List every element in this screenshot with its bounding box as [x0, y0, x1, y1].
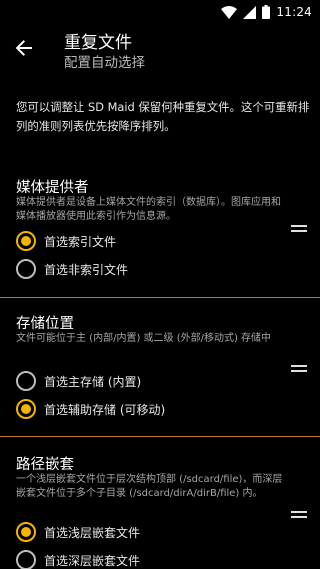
- app-bar: 重复文件 配置自动选择: [0, 24, 320, 80]
- option-label: 首选非索引文件: [44, 262, 129, 277]
- section-title: 媒体提供者: [16, 180, 89, 196]
- radio-unselected[interactable]: [16, 550, 36, 569]
- signal-icon: [243, 5, 257, 19]
- option-prefer-shallow[interactable]: 首选浅层嵌套文件: [16, 518, 276, 546]
- section-title: 存储位置: [16, 316, 74, 332]
- option-prefer-unindexed[interactable]: 首选非索引文件: [16, 255, 276, 283]
- radio-unselected[interactable]: [16, 259, 36, 279]
- radio-selected[interactable]: [16, 522, 36, 542]
- section-description: 媒体提供者是设备上媒体文件的索引（数据库）。图库应用和媒体播放器使用此索引作为信…: [16, 197, 281, 222]
- section-description: 文件可能位于主 (内部/内置) 或二级 (外部/移动式) 存储中: [16, 333, 272, 344]
- option-label: 首选深层嵌套文件: [44, 553, 141, 568]
- radio-unselected[interactable]: [16, 371, 36, 391]
- drag-handle-icon[interactable]: [291, 365, 307, 373]
- back-button[interactable]: [8, 32, 40, 64]
- drag-handle-icon[interactable]: [291, 225, 307, 233]
- page-subtitle: 配置自动选择: [64, 55, 145, 71]
- criteria-path-nesting[interactable]: 路径嵌套 一个浅层嵌套文件位于层次结构顶部 (/sdcard/file)，而深层…: [0, 444, 320, 569]
- criteria-media-provider[interactable]: 媒体提供者 媒体提供者是设备上媒体文件的索引（数据库）。图库应用和媒体播放器使用…: [0, 170, 320, 297]
- option-prefer-secondary-storage[interactable]: 首选辅助存储 (可移动): [16, 395, 276, 423]
- page-title: 重复文件: [64, 33, 132, 53]
- section-divider: [0, 436, 320, 437]
- option-label: 首选辅助存储 (可移动): [44, 402, 166, 417]
- option-label: 首选主存储 (内置): [44, 374, 142, 389]
- option-label: 首选浅层嵌套文件: [44, 525, 141, 540]
- intro-text: 您可以调整让 SD Maid 保留何种重复文件。这个可重新排列的准则列表优先按降…: [16, 100, 310, 133]
- status-time: 11:24: [276, 5, 312, 19]
- option-prefer-indexed[interactable]: 首选索引文件: [16, 227, 276, 255]
- criteria-storage-location[interactable]: 存储位置 文件可能位于主 (内部/内置) 或二级 (外部/移动式) 存储中 首选…: [0, 304, 320, 435]
- section-description: 一个浅层嵌套文件位于层次结构顶部 (/sdcard/file)，而深层嵌套文件位…: [16, 474, 283, 499]
- radio-selected[interactable]: [16, 231, 36, 251]
- battery-icon: [262, 5, 271, 19]
- option-label: 首选索引文件: [44, 234, 117, 249]
- radio-selected[interactable]: [16, 399, 36, 419]
- option-prefer-deep[interactable]: 首选深层嵌套文件: [16, 546, 276, 569]
- status-bar: 11:24: [0, 0, 320, 24]
- wifi-icon: [221, 5, 238, 19]
- status-icons: 11:24: [221, 4, 312, 20]
- drag-handle-icon[interactable]: [291, 511, 307, 519]
- section-title: 路径嵌套: [16, 457, 74, 473]
- option-prefer-primary-storage[interactable]: 首选主存储 (内置): [16, 367, 276, 395]
- section-divider: [0, 297, 320, 298]
- back-arrow-icon: [15, 40, 32, 56]
